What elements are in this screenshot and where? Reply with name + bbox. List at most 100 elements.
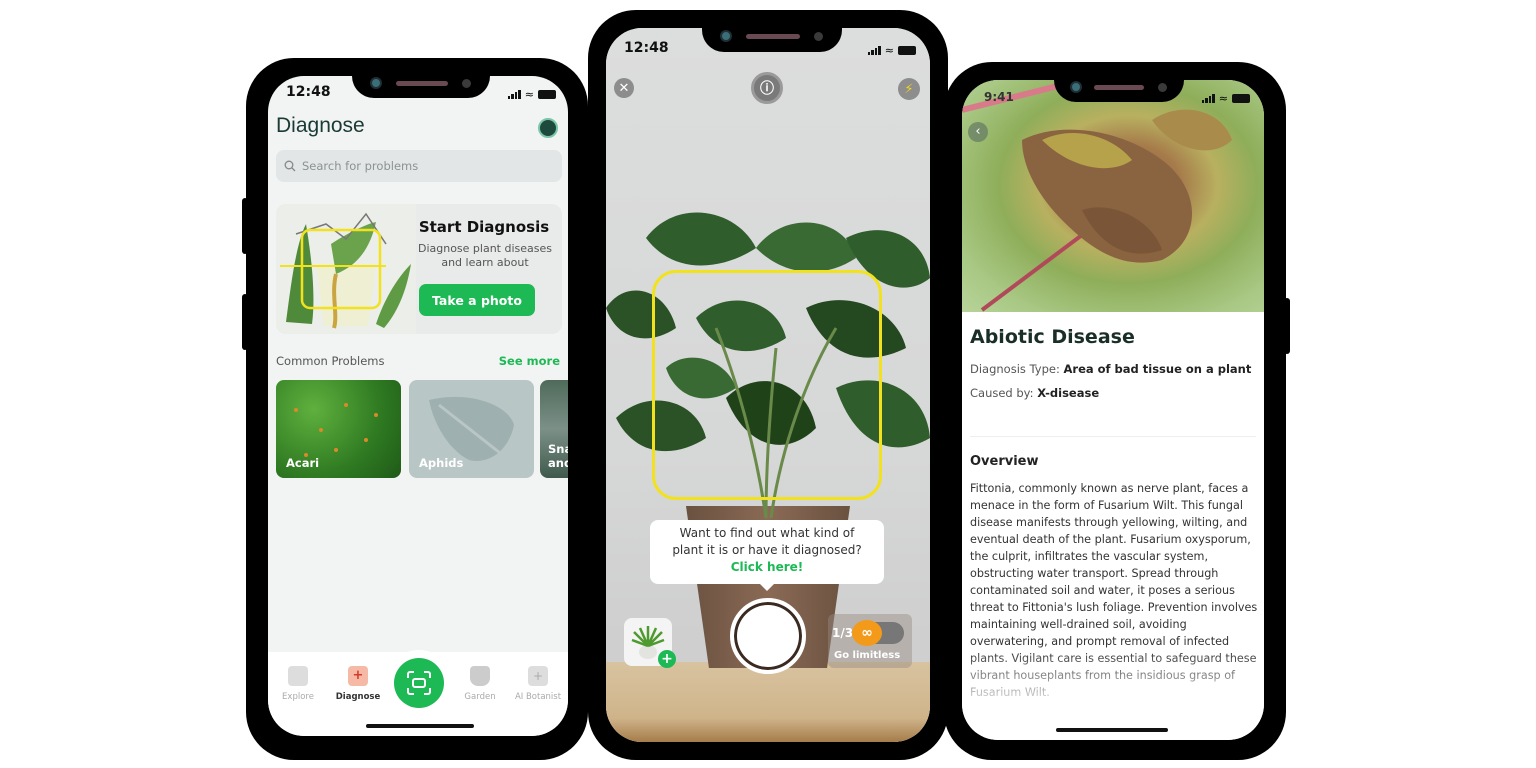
caused-by-label: Caused by: <box>970 386 1034 400</box>
battery-icon <box>898 46 916 55</box>
front-camera-icon <box>1070 81 1082 93</box>
chevron-left-icon: ‹ <box>975 124 981 139</box>
phone-disease-detail-screen: 9:41 ≈ ‹ Abiotic Disease Diagnosis Type:… <box>944 62 1290 760</box>
identify-tooltip[interactable]: Want to find out what kind of plant it i… <box>650 520 884 591</box>
lightning-icon: ⚡ <box>904 81 914 97</box>
tab-diagnose[interactable]: + Diagnose <box>328 666 388 702</box>
screen: 12:48 ≈ Diagnose Search for problems Sta… <box>268 76 568 736</box>
front-camera-icon <box>720 30 732 42</box>
status-icons: ≈ <box>867 44 916 57</box>
home-indicator <box>366 724 474 728</box>
garden-pot-icon <box>470 666 490 686</box>
status-icons: ≈ <box>1201 92 1250 105</box>
status-icons: ≈ <box>507 88 556 101</box>
disease-title: Abiotic Disease <box>970 326 1135 348</box>
overview-heading: Overview <box>970 454 1039 469</box>
info-icon: ⓘ <box>760 81 774 97</box>
tab-label: Explore <box>282 692 314 702</box>
tab-explore[interactable]: Explore <box>268 666 328 702</box>
wifi-icon: ≈ <box>524 88 534 101</box>
scroll-fade <box>962 650 1264 740</box>
problem-label: Acari <box>286 456 320 470</box>
caused-by-row: Caused by: X-disease <box>970 386 1099 400</box>
click-here-link[interactable]: Click here! <box>650 559 884 576</box>
caused-by-value: X-disease <box>1037 386 1100 400</box>
phone-diagnose-screen: 12:48 ≈ Diagnose Search for problems Sta… <box>242 58 588 760</box>
battery-icon <box>1232 94 1250 103</box>
divider <box>970 436 1256 437</box>
status-time: 12:48 <box>286 84 331 100</box>
signal-icon <box>507 90 521 99</box>
sensor-dot <box>462 79 471 88</box>
go-limitless-label: Go limitless <box>834 650 901 661</box>
sensor-dot <box>1158 83 1167 92</box>
info-button[interactable]: ⓘ <box>751 72 783 104</box>
wifi-icon: ≈ <box>884 44 894 57</box>
history-clock-icon[interactable] <box>538 118 558 138</box>
common-problems-heading: Common Problems <box>276 354 385 368</box>
start-diagnosis-card: Start Diagnosis Diagnose plant diseases … <box>276 204 562 334</box>
start-diagnosis-title: Start Diagnosis <box>418 218 550 236</box>
volume-up-button <box>242 198 248 254</box>
screen: 12:48 ≈ ✕ ⓘ ⚡ Want to find out what kind… <box>606 28 930 742</box>
front-camera-icon <box>370 77 382 89</box>
volume-down-button <box>242 294 248 350</box>
signal-icon <box>867 46 881 55</box>
problem-card-aphids[interactable]: Aphids <box>409 380 534 478</box>
infinity-icon: ∞ <box>852 620 882 646</box>
problem-card-acari[interactable]: Acari <box>276 380 401 478</box>
phone-camera-screen: 12:48 ≈ ✕ ⓘ ⚡ Want to find out what kind… <box>588 10 948 760</box>
see-more-link[interactable]: See more <box>499 354 560 368</box>
wifi-icon: ≈ <box>1218 92 1228 105</box>
table-surface <box>606 662 930 742</box>
flash-button[interactable]: ⚡ <box>898 78 920 100</box>
diagnosis-type-row: Diagnosis Type: Area of bad tissue on a … <box>970 362 1251 376</box>
subtitle-line-1: Diagnose plant diseases <box>417 242 552 255</box>
scan-frame <box>652 270 882 500</box>
problem-card-snails[interactable]: Sna… and <box>540 380 568 478</box>
close-button[interactable]: ✕ <box>614 78 634 98</box>
ai-botanist-icon: + <box>528 666 548 686</box>
status-time: 12:48 <box>624 40 669 56</box>
tab-garden[interactable]: Garden <box>450 666 510 702</box>
explore-icon <box>288 666 308 686</box>
screen: 9:41 ≈ ‹ Abiotic Disease Diagnosis Type:… <box>962 80 1264 740</box>
go-limitless-panel[interactable]: 1/3 ∞ Go limitless <box>828 614 912 668</box>
scan-button[interactable] <box>394 658 444 708</box>
diseased-leaf-photo <box>962 80 1264 312</box>
bottom-tab-bar: Explore + Diagnose Garden + AI Botanist <box>268 652 568 736</box>
power-button <box>1284 298 1290 354</box>
add-photo-icon[interactable]: + <box>658 650 676 668</box>
notch <box>352 72 490 98</box>
page-title: Diagnose <box>276 114 365 137</box>
close-icon: ✕ <box>618 80 630 96</box>
speaker-grille <box>1094 85 1144 90</box>
status-time: 9:41 <box>984 90 1014 104</box>
search-icon <box>284 160 296 172</box>
tab-label: AI Botanist <box>514 692 562 702</box>
tooltip-line-2: plant it is or have it diagnosed? <box>672 543 862 557</box>
leaf-image <box>962 80 1232 312</box>
start-diagnosis-subtitle: Diagnose plant diseases and learn about <box>400 242 562 270</box>
sensor-dot <box>814 32 823 41</box>
wilted-plant-image <box>276 204 416 334</box>
search-placeholder: Search for problems <box>302 159 419 173</box>
notch <box>1054 76 1184 102</box>
diagnosis-type-value: Area of bad tissue on a plant <box>1063 362 1252 376</box>
speaker-grille <box>746 34 800 39</box>
shutter-button[interactable] <box>730 598 806 674</box>
take-photo-button[interactable]: Take a photo <box>419 284 535 316</box>
speaker-grille <box>396 81 448 86</box>
tab-ai-botanist[interactable]: + AI Botanist <box>508 666 568 702</box>
tooltip-line-1: Want to find out what kind of <box>679 526 855 540</box>
notch <box>702 24 842 52</box>
problem-label: Aphids <box>419 456 464 470</box>
home-indicator <box>1056 728 1168 732</box>
diagnosis-type-label: Diagnosis Type: <box>970 362 1060 376</box>
scan-count: 1/3 <box>832 626 854 640</box>
tab-label: Diagnose <box>335 692 381 702</box>
search-input[interactable]: Search for problems <box>276 150 562 182</box>
subtitle-line-2: and learn about <box>441 256 529 269</box>
scan-icon <box>407 671 431 695</box>
back-button[interactable]: ‹ <box>968 122 988 142</box>
